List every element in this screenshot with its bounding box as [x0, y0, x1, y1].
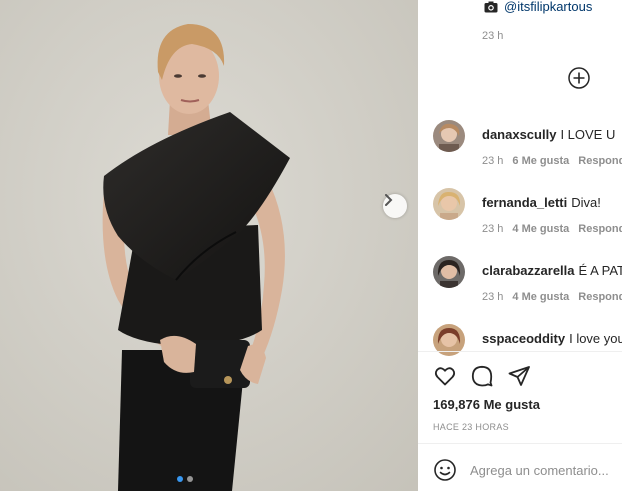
- heart-icon[interactable]: [433, 364, 457, 388]
- photo-credit-link[interactable]: @itsfilipkartous: [504, 0, 592, 14]
- paper-plane-icon[interactable]: [507, 364, 531, 388]
- comment-text: danaxscully I LOVE U: [482, 127, 615, 142]
- comment-bubble-icon[interactable]: [470, 364, 494, 388]
- carousel-dot: [177, 476, 183, 482]
- photo-illustration: [0, 0, 418, 491]
- camera-icon: [484, 1, 498, 12]
- comment-item: danaxscully I LOVE U 23 h 6 Me gusta Resp…: [433, 120, 622, 180]
- comment-time: 23 h: [482, 155, 504, 167]
- comment-username[interactable]: danaxscully: [482, 127, 556, 142]
- comment-likes[interactable]: 4 Me gusta: [512, 291, 569, 303]
- comment-username[interactable]: fernanda_letti: [482, 195, 567, 210]
- comment-text: sspaceoddity I love you: [482, 331, 622, 346]
- avatar[interactable]: [433, 120, 465, 152]
- comment-username[interactable]: clarabazzarella: [482, 263, 575, 278]
- likes-count[interactable]: 169,876 Me gusta: [433, 397, 540, 412]
- comment-body: Diva!: [571, 195, 601, 210]
- avatar[interactable]: [433, 188, 465, 220]
- comment-likes[interactable]: 6 Me gusta: [512, 155, 569, 167]
- chevron-right-icon: [385, 194, 393, 206]
- avatar[interactable]: [433, 256, 465, 288]
- post-timestamp: HACE 23 HORAS: [433, 422, 509, 432]
- comment-text: fernanda_letti Diva!: [482, 195, 601, 210]
- divider: [418, 443, 622, 444]
- photo-credit: @itsfilipkartous: [484, 0, 592, 14]
- reply-button[interactable]: Responder: [578, 291, 622, 303]
- comment-likes[interactable]: 4 Me gusta: [512, 223, 569, 235]
- smiley-icon[interactable]: [433, 458, 457, 482]
- comment-body: I LOVE U: [560, 127, 616, 142]
- comment-meta: 23 h 6 Me gusta Responder: [482, 155, 622, 167]
- comment-item: sspaceoddity I love you: [433, 324, 622, 356]
- comment-text: clarabazzarellaÉ A PATROA: [482, 263, 622, 278]
- comment-time: 23 h: [482, 291, 504, 303]
- comment-body: É A PATROA: [578, 263, 622, 278]
- comment-item: clarabazzarellaÉ A PATROA 23 h 4 Me gust…: [433, 256, 622, 316]
- post-photo[interactable]: [0, 0, 418, 491]
- comment-input[interactable]: [470, 459, 620, 481]
- credit-timestamp: 23 h: [482, 30, 504, 42]
- comment-meta: 23 h 4 Me gusta Responder: [482, 291, 622, 303]
- plus-circle-icon[interactable]: [568, 67, 590, 89]
- reply-button[interactable]: Responder: [578, 223, 622, 235]
- reply-button[interactable]: Responder: [578, 155, 622, 167]
- action-bar: [433, 364, 531, 388]
- comment-meta: 23 h 4 Me gusta Responder: [482, 223, 622, 235]
- comment-body: I love you: [569, 331, 622, 346]
- comments-panel: @itsfilipkartous 23 h danaxscully I LOVE …: [418, 0, 622, 491]
- carousel-indicator: [177, 476, 193, 482]
- divider: [418, 351, 622, 352]
- comment-time: 23 h: [482, 223, 504, 235]
- carousel-dot: [187, 476, 193, 482]
- comment-item: fernanda_letti Diva! 23 h 4 Me gusta Resp…: [433, 188, 622, 248]
- comment-username[interactable]: sspaceoddity: [482, 331, 565, 346]
- carousel-next-button[interactable]: [383, 194, 407, 218]
